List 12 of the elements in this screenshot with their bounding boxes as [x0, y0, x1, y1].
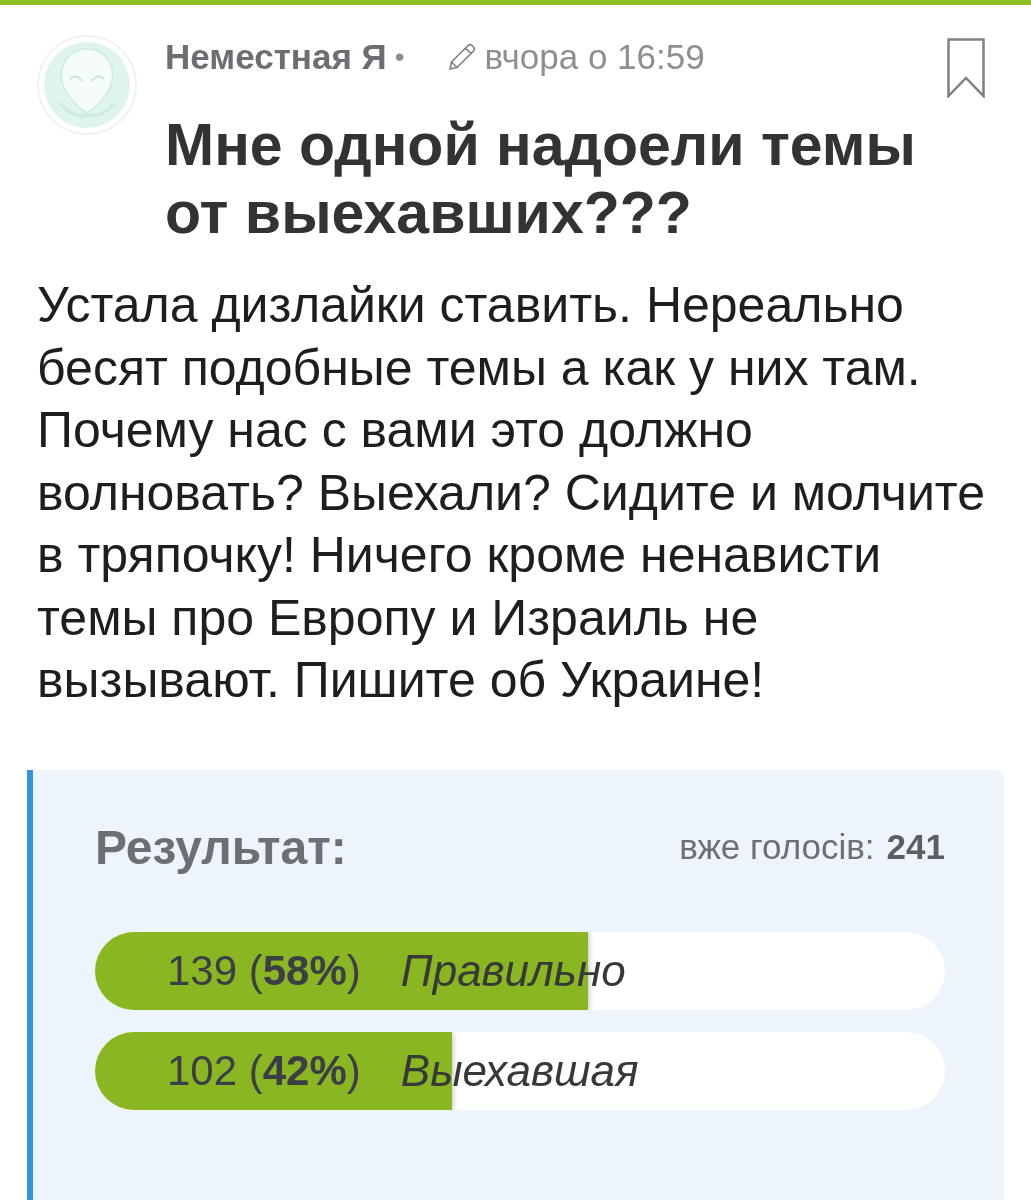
vote-total: вже голосів: 241 — [679, 826, 945, 869]
vote-count: 102 (42%) — [167, 1046, 361, 1096]
post-time: вчора о 16:59 — [484, 35, 705, 78]
bookmark-icon[interactable] — [947, 38, 985, 98]
poll-heading: Результат: — [95, 819, 347, 876]
pencil-icon — [446, 42, 477, 72]
separator-dot: • — [394, 40, 405, 74]
author-name[interactable]: Неместная Я — [165, 30, 387, 84]
post-title: Мне одной надоели темы от выехавших??? — [165, 111, 917, 247]
post-text: Устала дизлайки ставить. Нереально бесят подобные темы а как у них там. Почему нас с вами это должно волновать? Выехали? Сидите и молчите в тряпочку! Ничего кроме ненависти темы про Европу и Израиль не вызывают. Пишите об Украине! — [36, 276, 986, 710]
vote-count: 139 (58%) — [167, 946, 361, 996]
avatar-icon — [37, 35, 137, 135]
